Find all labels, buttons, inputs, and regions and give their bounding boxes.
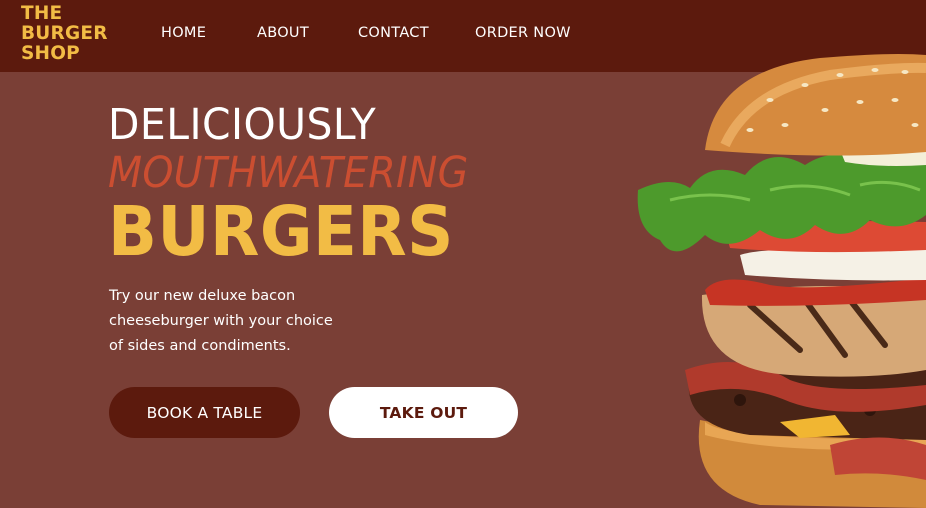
headline-line-1: DELICIOUSLY — [108, 100, 377, 150]
tagline-line-1: Try our new deluxe bacon — [109, 288, 296, 304]
tagline-line-2: cheeseburger with your choice — [109, 313, 333, 329]
book-a-table-button[interactable]: BOOK A TABLE — [109, 387, 300, 438]
logo-line-1: THE — [21, 3, 63, 24]
tagline-line-3: of sides and condiments. — [109, 338, 291, 354]
burger-image — [637, 54, 926, 508]
nav-link-contact[interactable]: CONTACT — [358, 25, 429, 41]
take-out-button[interactable]: TAKE OUT — [329, 387, 518, 438]
logo-line-2: BURGER — [21, 23, 108, 44]
logo-line-3: SHOP — [21, 43, 80, 64]
nav-link-home[interactable]: HOME — [161, 25, 206, 41]
nav-link-order-now[interactable]: ORDER NOW — [475, 25, 571, 41]
nav-link-about[interactable]: ABOUT — [257, 25, 309, 41]
hero-tagline: Try our new deluxe bacon cheeseburger wi… — [109, 284, 369, 359]
logo[interactable]: THE BURGER SHOP — [21, 4, 111, 64]
headline-line-3: BURGERS — [108, 192, 454, 272]
headline-line-2: MOUTHWATERING — [108, 148, 469, 198]
